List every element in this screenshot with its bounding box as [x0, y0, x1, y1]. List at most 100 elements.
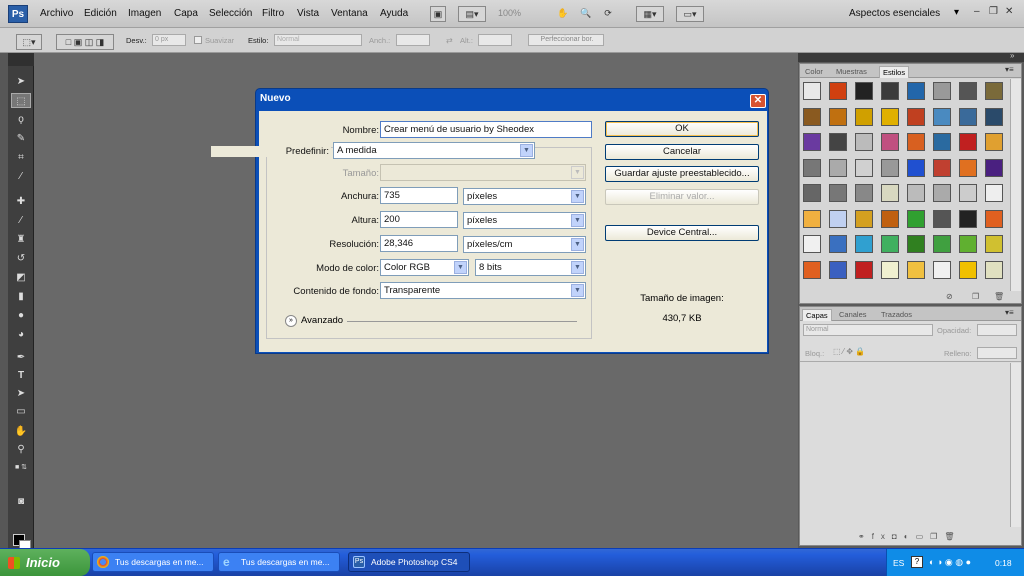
tab-muestras[interactable]: Muestras	[833, 66, 870, 77]
style-swatch[interactable]	[803, 133, 821, 151]
eyedropper-icon[interactable]: ⁄	[11, 169, 31, 184]
style-swatch[interactable]	[959, 158, 977, 177]
path-selection-icon[interactable]: ➤	[11, 386, 31, 401]
eraser-icon[interactable]: ◩	[11, 270, 31, 285]
swap-colors-icon[interactable]: ■ ⇅	[11, 460, 31, 475]
tab-capas[interactable]: Capas	[802, 309, 832, 321]
close-icon[interactable]: ✕	[1005, 6, 1013, 17]
style-swatch[interactable]	[933, 184, 951, 202]
quick-selection-icon[interactable]: ✎	[11, 131, 31, 146]
menu-filtro[interactable]: Filtro	[262, 8, 284, 19]
selection-mode-icons[interactable]: □ ▣ ◫ ◨	[56, 34, 114, 50]
healing-brush-icon[interactable]: ✚	[11, 194, 31, 209]
view-extras-icon[interactable]: ▤▾	[458, 6, 486, 22]
workspace-switcher[interactable]: Aspectos esenciales	[849, 8, 940, 19]
refine-edge-button[interactable]: Perfeccionar bor.	[528, 34, 604, 46]
style-swatch[interactable]	[881, 260, 899, 279]
style-swatch[interactable]	[959, 235, 977, 253]
rotate-view-icon[interactable]: ⟳	[600, 6, 616, 22]
style-swatch[interactable]	[907, 82, 925, 100]
preset-select[interactable]: A medida ▼	[333, 142, 535, 159]
width-unit-select[interactable]: píxeles ▼	[463, 188, 586, 205]
menu-imagen[interactable]: Imagen	[128, 8, 161, 19]
fill-input[interactable]	[977, 347, 1017, 359]
feather-input[interactable]: 0 px	[152, 34, 186, 46]
style-swatch[interactable]	[803, 209, 821, 228]
help-icon[interactable]: ?	[911, 556, 923, 568]
style-swatch[interactable]	[907, 260, 925, 279]
chevron-down-icon[interactable]: ▾	[954, 7, 959, 18]
style-swatch[interactable]	[933, 209, 951, 228]
tray-icons[interactable]: ◐ ◑ ◉ ◍ ●	[929, 557, 971, 568]
style-swatch[interactable]	[855, 158, 873, 177]
color-mode-select[interactable]: Color RGB ▼	[380, 259, 469, 276]
style-swatch[interactable]	[907, 158, 925, 177]
taskbar-item-ie[interactable]: e Tus descargas en me...	[218, 552, 340, 572]
device-central-button[interactable]: Device Central...	[605, 225, 759, 241]
style-swatch[interactable]	[933, 107, 951, 126]
dodge-tool-icon[interactable]: ◕	[11, 327, 31, 342]
style-swatch[interactable]	[803, 260, 821, 279]
minimize-icon[interactable]: –	[974, 6, 980, 17]
style-swatch[interactable]	[959, 209, 977, 228]
style-swatch[interactable]	[829, 235, 847, 253]
tab-canales[interactable]: Canales	[836, 309, 870, 320]
new-style-icon[interactable]: ❐	[972, 292, 979, 301]
menu-ayuda[interactable]: Ayuda	[380, 8, 408, 19]
style-swatch[interactable]	[907, 209, 925, 228]
opacity-input[interactable]	[977, 324, 1017, 336]
quick-mask-icon[interactable]: ◙	[11, 494, 31, 509]
tab-color[interactable]: Color	[802, 66, 826, 77]
panel-menu-icon[interactable]: ▾≡	[1005, 65, 1014, 74]
style-swatch[interactable]	[829, 158, 847, 177]
style-swatch[interactable]	[829, 184, 847, 202]
style-swatch[interactable]	[803, 82, 821, 100]
height-input[interactable]	[478, 34, 512, 46]
name-input[interactable]: Crear menú de usuario by Sheodex	[380, 121, 592, 138]
crop-tool-icon[interactable]: ⌗	[11, 150, 31, 165]
style-swatch[interactable]	[855, 235, 873, 253]
height-input[interactable]: 200	[380, 211, 458, 228]
style-swatch[interactable]	[985, 158, 1003, 177]
style-swatch[interactable]	[959, 82, 977, 100]
style-swatch[interactable]	[829, 209, 847, 228]
style-swatch[interactable]	[803, 235, 821, 253]
style-swatch[interactable]	[985, 184, 1003, 202]
style-swatch[interactable]	[803, 184, 821, 202]
history-brush-icon[interactable]: ↺	[11, 251, 31, 266]
style-swatch[interactable]	[907, 235, 925, 253]
marquee-preset-icon[interactable]: ⬚▾	[16, 34, 42, 50]
resolution-input[interactable]: 28,346	[380, 235, 458, 252]
style-swatch[interactable]	[959, 184, 977, 202]
style-swatch[interactable]	[985, 133, 1003, 151]
style-swatch[interactable]	[829, 133, 847, 151]
width-input[interactable]	[396, 34, 430, 46]
style-swatch[interactable]	[855, 260, 873, 279]
style-swatch[interactable]	[881, 235, 899, 253]
bridge-icon[interactable]: ▣	[430, 6, 446, 22]
clone-stamp-icon[interactable]: ♜	[11, 232, 31, 247]
height-unit-select[interactable]: píxeles ▼	[463, 212, 586, 229]
expand-advanced-icon[interactable]: »	[285, 315, 297, 327]
dialog-close-icon[interactable]: ✕	[750, 94, 766, 108]
style-swatch[interactable]	[933, 158, 951, 177]
zoom-level[interactable]: 100%	[498, 8, 521, 18]
style-swatch[interactable]	[985, 235, 1003, 253]
style-swatch[interactable]	[855, 133, 873, 151]
taskbar-item-photoshop[interactable]: Ps Adobe Photoshop CS4	[348, 552, 470, 572]
delete-style-icon[interactable]: 🗑	[994, 292, 1004, 301]
taskbar-item-chrome[interactable]: Tus descargas en me...	[92, 552, 214, 572]
blend-mode-select[interactable]: Normal	[803, 324, 933, 336]
style-swatch[interactable]	[829, 107, 847, 126]
shape-tool-icon[interactable]: ▭	[11, 404, 31, 419]
resolution-unit-select[interactable]: píxeles/cm ▼	[463, 236, 586, 253]
collapse-dock-icon[interactable]: »	[1010, 51, 1014, 60]
style-swatch[interactable]	[855, 107, 873, 126]
layers-scrollbar[interactable]	[1010, 363, 1021, 527]
style-swatch[interactable]	[855, 184, 873, 202]
style-swatch[interactable]	[933, 133, 951, 151]
menu-capa[interactable]: Capa	[174, 8, 198, 19]
language-indicator[interactable]: ES	[893, 558, 904, 568]
swap-icon[interactable]: ⇄	[446, 36, 453, 45]
zoom-tool-icon[interactable]: ⚲	[11, 442, 31, 457]
